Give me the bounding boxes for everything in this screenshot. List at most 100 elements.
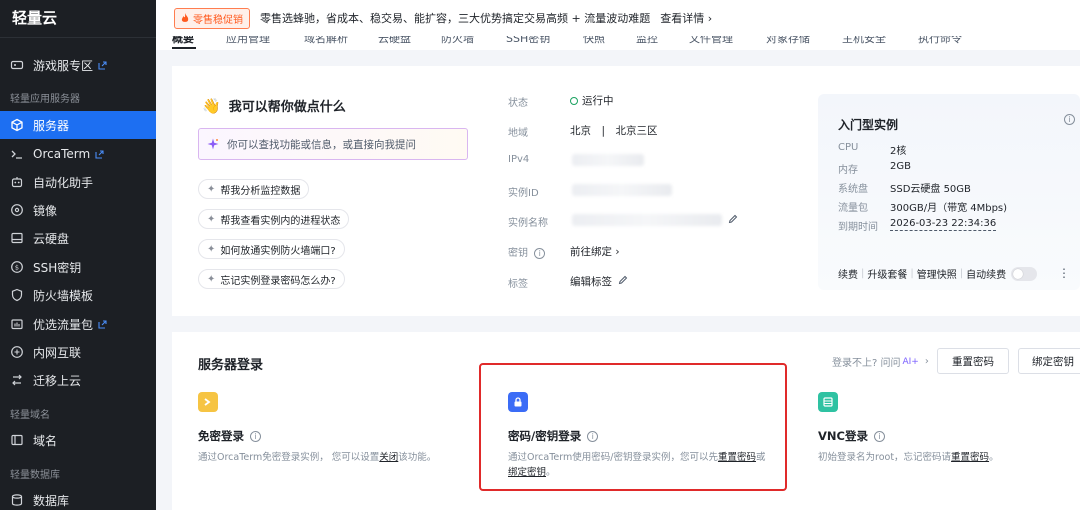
edit-pencil-icon[interactable] bbox=[728, 213, 738, 227]
terminal-icon bbox=[10, 147, 24, 161]
cube-icon bbox=[10, 118, 24, 132]
banner-text: 零售选蜂驰，省成本、稳交易、能扩容，三大优势搞定交易高频 + 流量波动难题 bbox=[260, 12, 651, 25]
tag-label: 标签 bbox=[508, 279, 528, 290]
redacted-instance-id bbox=[572, 184, 672, 196]
sidebar-item-label: 内网互联 bbox=[33, 345, 82, 360]
vnc-login-title[interactable]: VNC登录 i bbox=[818, 428, 885, 444]
more-menu-icon[interactable]: ⋮ bbox=[1058, 266, 1070, 280]
passwordless-login-title[interactable]: 免密登录 i bbox=[198, 428, 261, 444]
suggestion-chip[interactable]: ✦ 如何放通实例防火墙端口? bbox=[198, 239, 345, 259]
tab-app-management[interactable]: 应用管理 bbox=[226, 36, 270, 46]
tab-run-command[interactable]: 执行命令 bbox=[918, 36, 962, 46]
manage-snapshots-link[interactable]: 管理快照 bbox=[917, 266, 957, 281]
sparkle-icon: ✦ bbox=[207, 213, 216, 225]
renew-link[interactable]: 续费 bbox=[838, 266, 858, 281]
tab-overview[interactable]: 概要 bbox=[172, 36, 194, 46]
tab-ssh-keys[interactable]: SSH密钥 bbox=[506, 36, 550, 46]
info-icon[interactable]: i bbox=[873, 430, 885, 442]
sidebar-item-traffic-packages[interactable]: 优选流量包 bbox=[0, 310, 156, 338]
desc-text: 该功能。 bbox=[398, 452, 437, 463]
spec-actions: 续费 | 升级套餐 | 管理快照 | 自动续费 bbox=[838, 266, 1038, 281]
sidebar-item-label: SSH密钥 bbox=[33, 260, 82, 275]
spec-disk-label: 系统盘 bbox=[838, 184, 868, 195]
chip-label: 忘记实例登录密码怎么办? bbox=[220, 275, 336, 287]
login-hint-text: 登录不上? 问问 bbox=[832, 358, 901, 369]
passwordless-login-desc: 通过OrcaTerm免密登录实例， 您可以设置关闭该功能。 bbox=[198, 450, 478, 465]
tab-object-storage[interactable]: 对象存储 bbox=[766, 36, 810, 46]
login-help-link[interactable]: 登录不上? 问问 AI+ › bbox=[832, 354, 929, 369]
tab-snapshots[interactable]: 快照 bbox=[583, 36, 605, 46]
sparkle-icon: ✦ bbox=[207, 243, 216, 255]
ai-sparkle-icon bbox=[207, 138, 219, 150]
sidebar-item-label: 云硬盘 bbox=[33, 231, 70, 246]
sidebar-item-label: 游戏服专区 bbox=[33, 58, 94, 73]
bind-key-button[interactable]: 绑定密钥 bbox=[1018, 348, 1080, 374]
chevron-right-icon: › bbox=[924, 356, 929, 367]
sidebar-item-domain[interactable]: 域名 bbox=[0, 426, 156, 454]
tab-firewall[interactable]: 防火墙 bbox=[441, 36, 474, 46]
tab-dns[interactable]: 域名解析 bbox=[304, 36, 348, 46]
passwordless-login-icon bbox=[198, 392, 218, 412]
sidebar-item-ssh-keys[interactable]: $ SSH密钥 bbox=[0, 253, 156, 281]
promo-tag[interactable]: 零售稳促销 bbox=[174, 7, 250, 29]
auto-renew-toggle[interactable] bbox=[1011, 266, 1038, 281]
method-name: VNC登录 bbox=[818, 429, 868, 443]
sidebar-item-label: 自动化助手 bbox=[33, 175, 94, 190]
product-logo: 轻量云 bbox=[0, 0, 156, 38]
key-label: 密钥 i bbox=[508, 244, 546, 259]
banner-details-link[interactable]: 查看详情 › bbox=[660, 10, 712, 26]
suggestion-chip[interactable]: ✦ 帮我查看实例内的进程状态 bbox=[198, 209, 350, 229]
sidebar-item-orcaterm[interactable]: OrcaTerm bbox=[0, 140, 156, 168]
spec-cpu-label: CPU bbox=[838, 142, 859, 153]
reset-password-link[interactable]: 重置密码 bbox=[951, 452, 989, 463]
sidebar-item-private-network[interactable]: 内网互联 bbox=[0, 338, 156, 366]
sidebar-item-migration[interactable]: 迁移上云 bbox=[0, 366, 156, 394]
info-icon[interactable]: i bbox=[1064, 114, 1075, 125]
sidebar-item-label: 防火墙模板 bbox=[33, 288, 94, 303]
sidebar-item-images[interactable]: 镜像 bbox=[0, 196, 156, 224]
suggestion-chip[interactable]: ✦ 忘记实例登录密码怎么办? bbox=[198, 269, 345, 289]
sidebar-section-servers: 轻量应用服务器 bbox=[10, 94, 80, 105]
tab-cloud-disk[interactable]: 云硬盘 bbox=[378, 36, 411, 46]
suggestion-chip[interactable]: ✦ 帮我分析监控数据 bbox=[198, 179, 310, 199]
spec-disk-value: SSD云硬盘 50GB bbox=[890, 184, 971, 195]
highlight-box bbox=[479, 363, 787, 491]
sidebar-item-automation[interactable]: 自动化助手 bbox=[0, 168, 156, 196]
vnc-login-icon bbox=[818, 392, 838, 412]
instance-spec-panel: 入门型实例 i CPU 2核 内存 2GB 系统盘 SSD云硬盘 50GB 流量… bbox=[818, 94, 1080, 290]
gamepad-icon bbox=[10, 58, 24, 72]
info-icon[interactable]: i bbox=[250, 430, 261, 442]
bind-key-link[interactable]: 前往绑定 › bbox=[570, 244, 620, 259]
external-link-icon bbox=[98, 60, 107, 70]
disable-link[interactable]: 关闭 bbox=[379, 452, 398, 463]
tab-monitoring[interactable]: 监控 bbox=[636, 36, 658, 46]
sidebar-item-database[interactable]: 数据库 bbox=[0, 486, 156, 510]
sidebar-item-cloud-disk[interactable]: 云硬盘 bbox=[0, 224, 156, 252]
assistant-ask-input[interactable]: 你可以查找功能或信息，或直接向我提问 bbox=[198, 128, 468, 160]
method-name: 免密登录 bbox=[198, 429, 244, 443]
sidebar-item-label: 服务器 bbox=[33, 118, 70, 133]
edit-tags-link[interactable]: 编辑标签 bbox=[570, 274, 628, 289]
flame-icon bbox=[181, 13, 189, 22]
tab-file-management[interactable]: 文件管理 bbox=[689, 36, 733, 46]
chip-label: 如何放通实例防火墙端口? bbox=[220, 245, 336, 257]
info-icon[interactable]: i bbox=[534, 248, 546, 259]
promo-tag-label: 零售稳促销 bbox=[193, 14, 243, 26]
login-section-title: 服务器登录 bbox=[198, 358, 264, 373]
sidebar-item-game-zone[interactable]: 游戏服专区 bbox=[0, 51, 156, 79]
spec-traffic-label: 流量包 bbox=[838, 203, 868, 214]
sidebar-item-label: 迁移上云 bbox=[33, 373, 82, 388]
tab-host-security[interactable]: 主机安全 bbox=[842, 36, 886, 46]
migrate-icon bbox=[10, 373, 24, 387]
auto-renew-label: 自动续费 bbox=[966, 270, 1007, 281]
sparkle-icon: ✦ bbox=[207, 183, 216, 195]
sidebar-item-label: 域名 bbox=[33, 433, 58, 448]
reset-password-button[interactable]: 重置密码 bbox=[937, 348, 1009, 374]
spec-traffic-value: 300GB/月（带宽 4Mbps) bbox=[890, 203, 1008, 214]
spec-memory-value: 2GB bbox=[890, 161, 911, 172]
sidebar-item-firewall-templates[interactable]: 防火墙模板 bbox=[0, 281, 156, 309]
redacted-ipv4 bbox=[572, 154, 644, 166]
upgrade-plan-link[interactable]: 升级套餐 bbox=[867, 266, 907, 281]
disc-icon bbox=[10, 203, 24, 217]
sidebar-item-servers[interactable]: 服务器 bbox=[0, 111, 156, 139]
